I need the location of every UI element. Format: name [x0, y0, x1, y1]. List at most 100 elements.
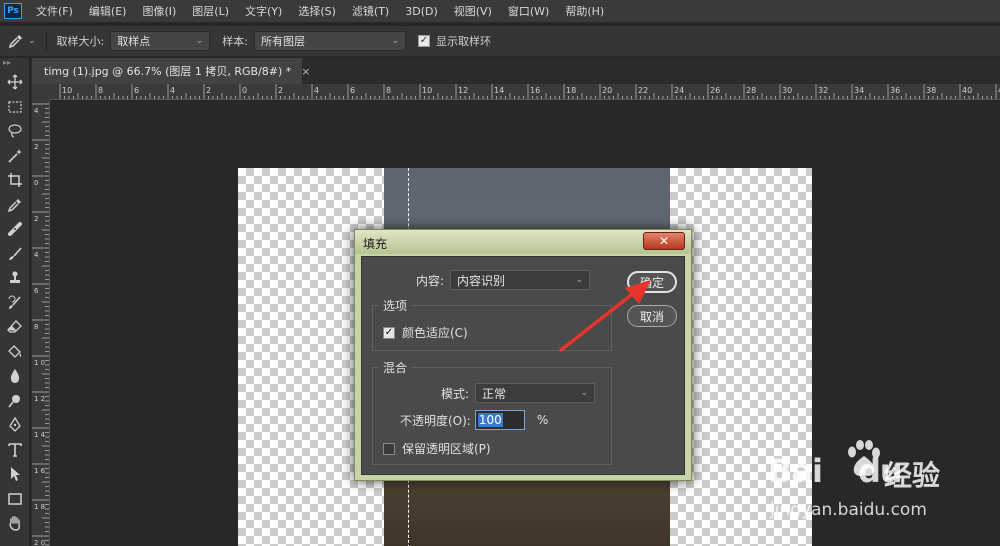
- horizontal-ruler[interactable]: 10 8 6 4 2 0 2 4 6 8 10 12 14 16 18 20 22 24 26 28 30 32 34 36 3…: [50, 84, 1000, 100]
- ruler-label: 1 2: [34, 395, 45, 403]
- menu-edit[interactable]: 编辑(E): [89, 3, 127, 19]
- tool-preset-caret-icon[interactable]: ⌄: [28, 36, 36, 46]
- sample-select[interactable]: 所有图层 ⌄: [253, 31, 406, 51]
- type-tool[interactable]: [0, 438, 30, 463]
- menu-3d[interactable]: 3D(D): [405, 5, 438, 18]
- ruler-label: 34: [854, 86, 864, 95]
- eyedropper-icon[interactable]: [8, 33, 24, 49]
- type-icon: [8, 442, 22, 457]
- lasso-tool[interactable]: [0, 119, 30, 144]
- dialog-titlebar[interactable]: 填充 ✕: [355, 230, 691, 254]
- menu-image[interactable]: 图像(I): [142, 3, 176, 19]
- options-group-title: 选项: [379, 297, 412, 314]
- paint-bucket-icon: [8, 344, 22, 358]
- cursor-arrow-icon: [11, 467, 20, 482]
- eyedropper-icon: [7, 198, 21, 212]
- healing-brush-tool[interactable]: [0, 217, 30, 242]
- ruler-label: 30: [782, 86, 792, 95]
- magic-wand-tool[interactable]: [0, 144, 30, 169]
- document-tab[interactable]: timg (1).jpg @ 66.7% (图层 1 拷贝, RGB/8#) *…: [32, 58, 311, 84]
- dodge-tool[interactable]: [0, 389, 30, 414]
- hand-tool[interactable]: [0, 511, 30, 536]
- rectangle-marquee-icon: [8, 101, 22, 113]
- panel-collapse-icon[interactable]: ▸▸: [0, 58, 29, 70]
- opacity-input[interactable]: 100: [474, 410, 525, 430]
- eyedropper-tool[interactable]: [0, 193, 30, 218]
- ruler-label: 38: [926, 86, 936, 95]
- ruler-label: 20: [602, 86, 612, 95]
- ruler-label: 10: [422, 86, 432, 95]
- dialog-close-button[interactable]: ✕: [643, 232, 685, 250]
- blend-group: 混合 模式: 正常 ⌄ 不透明度(O): 100 % 保留透明区域(P): [372, 359, 612, 465]
- brush-tool[interactable]: [0, 242, 30, 267]
- menu-file[interactable]: 文件(F): [36, 3, 73, 19]
- ruler-label: 32: [818, 86, 828, 95]
- ruler-label: 1 4: [34, 431, 46, 439]
- annotation-arrow: [559, 280, 651, 352]
- crop-icon: [8, 173, 22, 188]
- content-label: 内容:: [416, 273, 445, 288]
- clone-stamp-tool[interactable]: [0, 266, 30, 291]
- ruler-label: 16: [530, 86, 540, 95]
- chevron-down-icon: ⌄: [195, 36, 204, 46]
- pen-tool[interactable]: [0, 413, 30, 438]
- rectangle-tool[interactable]: [0, 487, 30, 512]
- ruler-label: 12: [458, 86, 468, 95]
- menu-filter[interactable]: 滤镜(T): [352, 3, 389, 19]
- mode-select[interactable]: 正常 ⌄: [475, 383, 596, 403]
- mode-label: 模式:: [441, 386, 470, 401]
- close-icon[interactable]: ×: [301, 65, 310, 78]
- watermark-jingyan: 经验: [884, 459, 941, 492]
- ruler-label: 8: [386, 86, 391, 95]
- tools-panel: ▸▸: [0, 58, 30, 546]
- show-ring-checkbox[interactable]: ✓: [417, 35, 430, 47]
- sample-label: 样本:: [222, 35, 248, 48]
- color-adapt-row: ✓ 颜色适应(C): [383, 324, 468, 341]
- crop-tool[interactable]: [0, 168, 30, 193]
- options-bar: ⌄ 取样大小: 取样点 ⌄ 样本: 所有图层 ⌄ ✓ 显示取样环: [0, 26, 1000, 56]
- baidu-jingyan-watermark: Bai du 经验 jingyan.baidu.com: [768, 440, 958, 540]
- move-tool[interactable]: [0, 70, 30, 95]
- document-tab-title: timg (1).jpg @ 66.7% (图层 1 拷贝, RGB/8#) *: [44, 65, 292, 78]
- ruler-label: 4: [34, 107, 39, 115]
- marquee-tool[interactable]: [0, 95, 30, 120]
- menu-type[interactable]: 文字(Y): [245, 3, 282, 19]
- ruler-label: 8: [98, 86, 103, 95]
- ruler-label: 0: [242, 86, 247, 95]
- rectangle-icon: [8, 493, 22, 505]
- pen-icon: [9, 417, 21, 433]
- color-adapt-checkbox[interactable]: ✓: [383, 326, 395, 339]
- preserve-row: 保留透明区域(P): [383, 440, 491, 457]
- lasso-icon: [8, 124, 22, 138]
- preserve-transparency-checkbox[interactable]: [383, 442, 395, 455]
- mode-row: 模式: 正常 ⌄: [441, 383, 596, 403]
- watermark-url: jingyan.baidu.com: [770, 500, 927, 520]
- baidu-paw-icon: [848, 440, 880, 476]
- ruler-label: 6: [34, 287, 39, 295]
- ruler-label: 22: [638, 86, 648, 95]
- vertical-ruler[interactable]: 4 2 0 2 4 6 8 1 0 1 2 1 4 1 6 1 8 2 0: [32, 100, 50, 546]
- chevron-down-icon: ⌄: [580, 388, 589, 398]
- ruler-label: 28: [746, 86, 756, 95]
- path-selection-tool[interactable]: [0, 462, 30, 487]
- options-separator: [45, 31, 47, 51]
- droplet-icon: [10, 369, 20, 384]
- menu-select[interactable]: 选择(S): [298, 3, 336, 19]
- menu-layer[interactable]: 图层(L): [192, 3, 229, 19]
- blur-tool[interactable]: [0, 364, 30, 389]
- history-brush-icon: [8, 295, 21, 309]
- dialog-title: 填充: [363, 237, 388, 251]
- eraser-icon: [7, 320, 22, 333]
- sample-size-select[interactable]: 取样点 ⌄: [110, 31, 211, 51]
- paint-bucket-tool[interactable]: [0, 340, 30, 365]
- color-adapt-label: 颜色适应(C): [402, 326, 468, 340]
- menu-view[interactable]: 视图(V): [454, 3, 492, 19]
- ruler-label: 0: [34, 179, 38, 187]
- menu-help[interactable]: 帮助(H): [565, 3, 604, 19]
- history-brush-tool[interactable]: [0, 291, 30, 316]
- bandage-icon: [8, 222, 22, 237]
- ruler-origin[interactable]: [32, 84, 50, 100]
- show-ring-label: 显示取样环: [435, 35, 491, 48]
- menu-window[interactable]: 窗口(W): [508, 3, 549, 19]
- eraser-tool[interactable]: [0, 315, 30, 340]
